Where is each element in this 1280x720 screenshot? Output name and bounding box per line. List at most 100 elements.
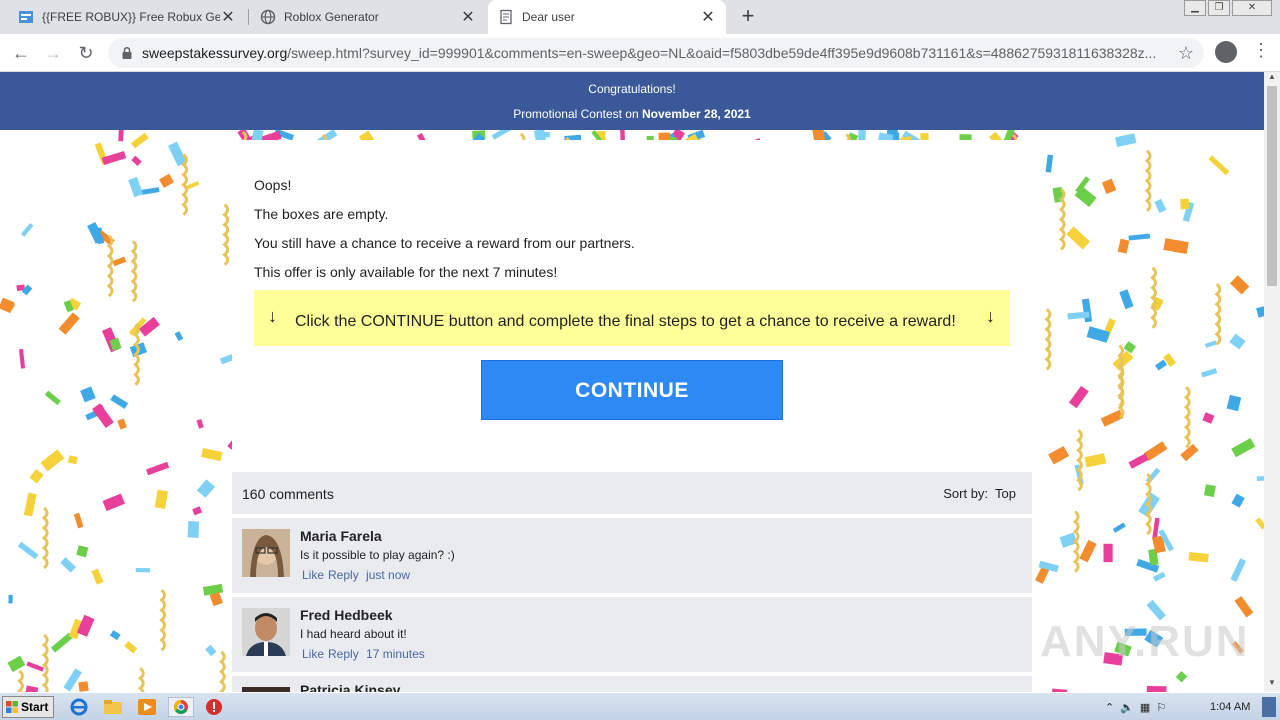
confetti-piece [1119,289,1134,310]
close-icon[interactable]: ✕ [700,7,716,27]
continue-button[interactable]: CONTINUE [481,360,783,420]
show-desktop-button[interactable] [1262,697,1276,717]
confetti-piece [110,394,129,409]
confetti-piece [124,641,138,654]
window-close-icon[interactable]: ✕ [1232,0,1272,16]
confetti-piece [812,130,827,140]
globe-icon [260,9,276,25]
scroll-up-arrow-icon[interactable]: ▲ [1264,72,1280,86]
taskbar-clock[interactable]: 1:04 AM [1210,701,1250,713]
confetti-piece [118,130,124,142]
tab-free-robux[interactable]: {{FREE ROBUX}} Free Robux Genera ✕ [8,0,246,34]
confetti-piece [76,545,89,558]
close-icon[interactable]: ✕ [460,7,476,27]
comments-header: 160 comments Sort by: Top [232,472,1032,514]
media-player-icon[interactable] [136,697,158,717]
volume-icon[interactable]: 🔈 [1120,701,1134,714]
confetti-piece [101,150,127,165]
confetti-piece [201,447,223,462]
confetti-piece [1152,517,1160,540]
confetti-piece [1202,412,1215,424]
back-arrow-icon[interactable]: ← [9,41,33,65]
network-icon[interactable]: ▦ [1140,701,1150,714]
reload-icon[interactable]: ↻ [74,41,98,65]
confetti-piece [658,132,671,140]
confetti-piece [1154,359,1168,371]
address-bar[interactable]: sweepstakessurvey.org /sweep.html?survey… [108,38,1204,68]
scroll-thumb[interactable] [1267,86,1277,286]
comment-author[interactable]: Maria Farela [300,528,382,544]
confetti-piece [0,297,15,314]
like-link[interactable]: Like [302,647,324,661]
tab-dear-user[interactable]: Dear user ✕ [488,0,726,34]
streamer-piece [1150,266,1157,329]
confetti-piece [44,390,61,406]
confetti-piece [196,479,215,498]
new-tab-button[interactable]: + [737,5,759,27]
confetti-piece [26,661,44,672]
comment-actions: Like Reply just now [302,568,414,582]
confetti-piece [1128,453,1149,469]
confetti-piece [1175,670,1188,683]
streamer-piece [222,203,230,266]
confetti-piece [1103,543,1113,563]
restore-icon[interactable]: ❐ [1208,0,1230,16]
confetti-piece [491,130,511,140]
sort-control[interactable]: Sort by: Top [943,486,1016,501]
close-icon[interactable]: ✕ [220,7,236,27]
chrome-icon[interactable] [168,697,194,717]
tab-divider [248,9,249,25]
confetti-piece [58,312,80,335]
confetti-piece [1048,445,1070,465]
comment-author[interactable]: Patricia Kinsey [300,682,400,692]
confetti-piece [1180,443,1199,462]
file-explorer-icon[interactable] [102,697,124,717]
confetti-piece [145,461,170,476]
confetti-piece [7,655,26,673]
site-header: Congratulations! Promotional Contest on … [0,72,1264,130]
action-center-flag-icon[interactable]: ⚐ [1156,701,1166,714]
confetti-decoration-left [0,130,232,692]
page-scrollbar[interactable]: ▲ ▼ [1264,72,1280,692]
oops-text: Oops! [254,177,292,193]
streamer-piece [1058,188,1066,251]
offer-card: Oops! The boxes are empty. You still hav… [232,140,1032,472]
confetti-piece [1163,238,1189,255]
confetti-piece [1084,453,1107,468]
tab-roblox-generator[interactable]: Roblox Generator ✕ [250,0,486,34]
confetti-piece [1188,551,1209,563]
forward-arrow-icon[interactable]: → [41,41,65,65]
reply-link[interactable]: Reply [328,647,359,661]
confetti-piece [250,130,264,140]
confetti-piece [102,493,125,512]
internet-explorer-icon[interactable] [68,697,90,717]
notice-text: Click the CONTINUE button and complete t… [295,313,956,330]
streamer-piece [1072,510,1080,573]
reply-link[interactable]: Reply [328,568,359,582]
confetti-piece [1081,298,1093,323]
tab-title: Roblox Generator [284,10,379,24]
start-button[interactable]: Start [2,696,54,718]
comment-author[interactable]: Fred Hedbeek [300,607,393,623]
confetti-piece [1066,226,1091,250]
streamer-piece [137,667,145,692]
confetti-piece [1123,341,1137,354]
profile-avatar-icon[interactable] [1215,41,1237,63]
like-link[interactable]: Like [302,568,324,582]
confetti-piece [117,418,127,430]
windows-taskbar: Start ⌃ 🔈 ▦ ⚐ 1:04 AM [0,692,1280,720]
confetti-piece [619,130,626,140]
menu-kebab-icon[interactable]: ⋮ [1252,40,1270,61]
confetti-piece [135,567,151,573]
bookmark-star-icon[interactable]: ☆ [1178,43,1194,64]
confetti-piece [174,331,184,342]
confetti-piece [1208,155,1230,176]
scroll-down-arrow-icon[interactable]: ▼ [1264,678,1280,692]
confetti-piece [20,222,34,237]
streamer-piece [17,669,24,692]
tray-expand-icon[interactable]: ⌃ [1105,701,1114,714]
comment-count: 160 comments [242,486,334,502]
minimize-icon[interactable]: ▁ [1184,0,1206,16]
confetti-piece [1079,539,1097,563]
stop-sign-icon[interactable] [203,697,225,717]
